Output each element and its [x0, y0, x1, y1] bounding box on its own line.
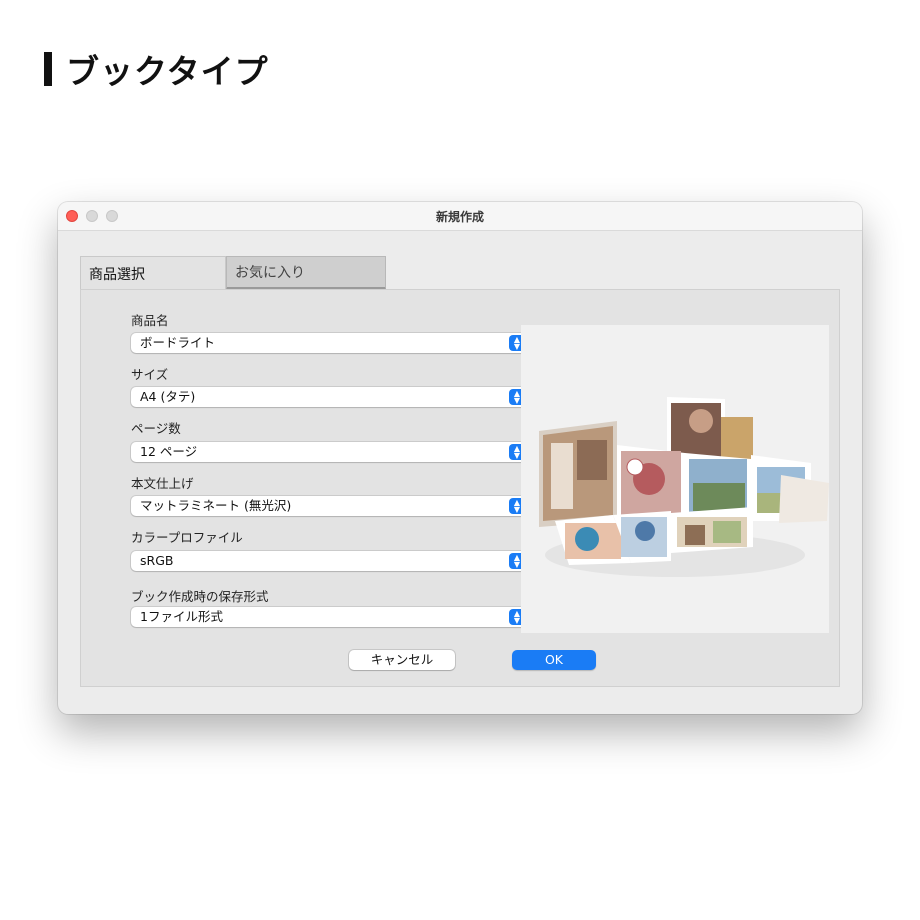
page-count-label: ページ数 [131, 421, 181, 436]
page-count-value: 12 ページ [140, 444, 198, 459]
product-name-value: ボードライト [140, 335, 216, 350]
page-heading: ブックタイプ [44, 48, 269, 91]
save-format-select[interactable]: 1ファイル形式 ▲ ▼ [131, 607, 527, 627]
color-profile-label: カラープロファイル [131, 530, 243, 545]
photo-book-6 [671, 507, 753, 553]
heading-bar [44, 52, 52, 86]
size-value: A4 (タテ) [140, 389, 196, 404]
color-profile-value: sRGB [140, 553, 174, 568]
tab-panel: 商品名 ボードライト ▲ ▼ サイズ A4 (タテ) ▲ ▼ ページ数 12 ページ… [80, 289, 840, 687]
product-name-select[interactable]: ボードライト ▲ ▼ [131, 333, 527, 353]
finish-select[interactable]: マットラミネート (無光沢) ▲ ▼ [131, 496, 527, 516]
page-count-select[interactable]: 12 ページ ▲ ▼ [131, 442, 527, 462]
save-format-label: ブック作成時の保存形式 [131, 589, 269, 604]
color-profile-select[interactable]: sRGB ▲ ▼ [131, 551, 527, 571]
ok-button[interactable]: OK [512, 650, 596, 670]
photo-book-1 [539, 421, 617, 527]
finish-value: マットラミネート (無光沢) [140, 498, 292, 513]
tab-favorites[interactable]: お気に入り [226, 256, 386, 290]
size-label: サイズ [131, 367, 169, 382]
page-title: ブックタイプ [66, 52, 269, 91]
title-bar: 新規作成 [58, 202, 862, 231]
size-select[interactable]: A4 (タテ) ▲ ▼ [131, 387, 527, 407]
cancel-button[interactable]: キャンセル [349, 650, 455, 670]
save-format-value: 1ファイル形式 [140, 609, 223, 624]
finish-label: 本文仕上げ [131, 476, 194, 491]
product-name-label: 商品名 [131, 313, 169, 328]
new-document-dialog: 新規作成 商品選択 お気に入り 商品名 ボードライト ▲ ▼ サイズ A4 (タテ… [58, 202, 862, 714]
window-title: 新規作成 [435, 210, 484, 224]
tab-product-selection[interactable]: 商品選択 [80, 256, 226, 290]
photo-book-preview-image [521, 325, 829, 633]
